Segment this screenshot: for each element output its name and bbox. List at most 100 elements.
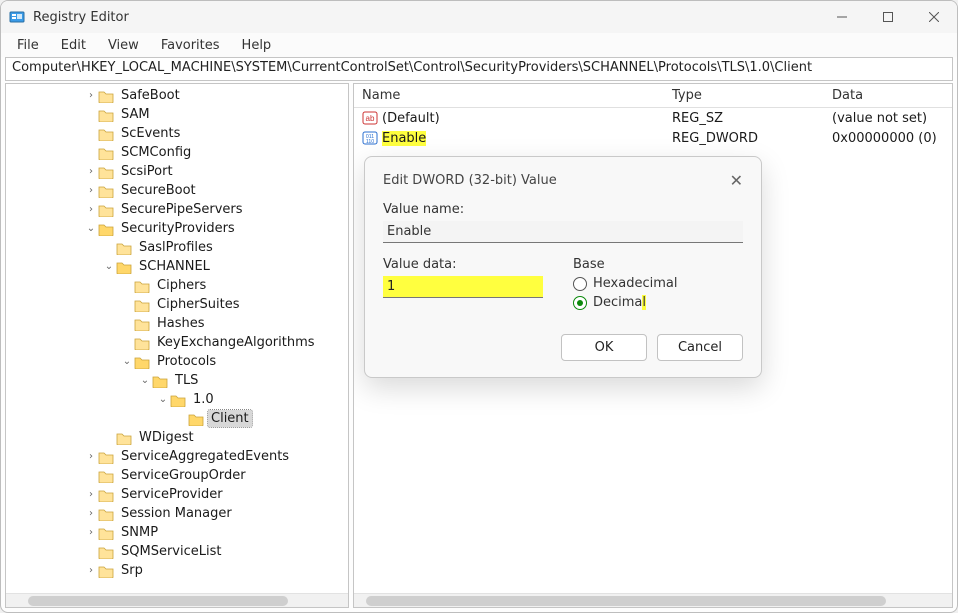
tree-item-serviceaggregatedevents[interactable]: › ServiceAggregatedEvents bbox=[6, 447, 348, 466]
tree-item-label: SecureBoot bbox=[118, 182, 199, 199]
tree-item-label: SNMP bbox=[118, 524, 161, 541]
chevron-right-icon[interactable]: › bbox=[84, 166, 98, 177]
value-data: (value not set) bbox=[824, 110, 952, 127]
chevron-down-icon[interactable]: ⌄ bbox=[156, 394, 170, 405]
menu-file[interactable]: File bbox=[7, 36, 49, 55]
value-name: Enable bbox=[382, 131, 426, 146]
chevron-right-icon[interactable]: › bbox=[84, 90, 98, 101]
tree-item-label: ServiceAggregatedEvents bbox=[118, 448, 292, 465]
tree-item-ciphers[interactable]: Ciphers bbox=[6, 276, 348, 295]
base-group-label: Base bbox=[573, 257, 743, 272]
tree-item-scsiport[interactable]: › ScsiPort bbox=[6, 162, 348, 181]
dialog-close-icon[interactable]: ✕ bbox=[730, 171, 743, 190]
tree-item-hashes[interactable]: Hashes bbox=[6, 314, 348, 333]
tree-horizontal-scrollbar[interactable] bbox=[6, 593, 348, 607]
menu-edit[interactable]: Edit bbox=[51, 36, 96, 55]
value-data-input[interactable] bbox=[383, 276, 543, 298]
maximize-button[interactable] bbox=[865, 1, 911, 33]
folder-icon bbox=[98, 450, 114, 464]
tree-item-keyexchangealgorithms[interactable]: KeyExchangeAlgorithms bbox=[6, 333, 348, 352]
tree-item-label: ServiceGroupOrder bbox=[118, 467, 249, 484]
tree-item-schannel[interactable]: ⌄ SCHANNEL bbox=[6, 257, 348, 276]
folder-icon bbox=[188, 412, 204, 426]
tree-item-label: 1.0 bbox=[190, 391, 217, 408]
folder-icon bbox=[134, 317, 150, 331]
menu-favorites[interactable]: Favorites bbox=[151, 36, 230, 55]
tree-item-secureboot[interactable]: › SecureBoot bbox=[6, 181, 348, 200]
tree-item-label: SCMConfig bbox=[118, 144, 194, 161]
values-horizontal-scrollbar[interactable] bbox=[354, 593, 952, 607]
tree-item-label: SCHANNEL bbox=[136, 258, 213, 275]
chevron-right-icon[interactable]: › bbox=[84, 204, 98, 215]
tree-item-safeboot[interactable]: ›SafeBoot bbox=[6, 86, 348, 105]
folder-icon bbox=[170, 393, 186, 407]
tree-item-servicegrouporder[interactable]: ServiceGroupOrder bbox=[6, 466, 348, 485]
tree-item-wdigest[interactable]: WDigest bbox=[6, 428, 348, 447]
value-type: REG_SZ bbox=[664, 110, 824, 127]
minimize-button[interactable] bbox=[819, 1, 865, 33]
chevron-right-icon[interactable]: › bbox=[84, 185, 98, 196]
column-header-type[interactable]: Type bbox=[664, 86, 824, 105]
tree-item-client[interactable]: Client bbox=[6, 409, 348, 428]
address-bar[interactable]: Computer\HKEY_LOCAL_MACHINE\SYSTEM\Curre… bbox=[5, 57, 953, 81]
folder-icon bbox=[98, 545, 114, 559]
value-data: 0x00000000 (0) bbox=[824, 130, 952, 147]
folder-icon bbox=[134, 298, 150, 312]
value-name-input[interactable] bbox=[383, 221, 743, 243]
svg-text:110: 110 bbox=[366, 139, 374, 145]
menu-help[interactable]: Help bbox=[232, 36, 282, 55]
tree-item-label: SQMServiceList bbox=[118, 543, 224, 560]
base-decimal-radio[interactable]: Decimal bbox=[573, 295, 743, 310]
tree-item-scmconfig[interactable]: SCMConfig bbox=[6, 143, 348, 162]
tree-item-scevents[interactable]: ScEvents bbox=[6, 124, 348, 143]
column-header-data[interactable]: Data bbox=[824, 86, 952, 105]
chevron-right-icon[interactable]: › bbox=[84, 489, 98, 500]
tree-item-sam[interactable]: SAM bbox=[6, 105, 348, 124]
chevron-right-icon[interactable]: › bbox=[84, 565, 98, 576]
tree-item-label: ScsiPort bbox=[118, 163, 176, 180]
chevron-down-icon[interactable]: ⌄ bbox=[138, 375, 152, 386]
tree-item-session-manager[interactable]: ›Session Manager bbox=[6, 504, 348, 523]
radio-icon bbox=[573, 296, 587, 310]
tree-item-securepipeservers[interactable]: › SecurePipeServers bbox=[6, 200, 348, 219]
tree-item-sqmservicelist[interactable]: SQMServiceList bbox=[6, 542, 348, 561]
registry-tree[interactable]: ›SafeBootSAMScEventsSCMConfig›ScsiPort›S… bbox=[6, 84, 348, 593]
chevron-right-icon[interactable]: › bbox=[84, 451, 98, 462]
tree-item-1-0[interactable]: ⌄ 1.0 bbox=[6, 390, 348, 409]
value-row[interactable]: 011110EnableREG_DWORD0x00000000 (0) bbox=[354, 128, 952, 148]
ok-button[interactable]: OK bbox=[561, 334, 647, 361]
chevron-down-icon[interactable]: ⌄ bbox=[84, 223, 98, 234]
cancel-button[interactable]: Cancel bbox=[657, 334, 743, 361]
column-header-name[interactable]: Name bbox=[354, 86, 664, 105]
tree-item-label: SecurePipeServers bbox=[118, 201, 246, 218]
tree-item-srp[interactable]: ›Srp bbox=[6, 561, 348, 580]
chevron-down-icon[interactable]: ⌄ bbox=[120, 356, 134, 367]
tree-item-ciphersuites[interactable]: CipherSuites bbox=[6, 295, 348, 314]
tree-item-label: ServiceProvider bbox=[118, 486, 226, 503]
chevron-right-icon[interactable]: › bbox=[84, 508, 98, 519]
folder-icon bbox=[98, 108, 114, 122]
window-controls bbox=[819, 1, 957, 33]
tree-item-label: CipherSuites bbox=[154, 296, 243, 313]
menu-view[interactable]: View bbox=[98, 36, 149, 55]
base-hexadecimal-radio[interactable]: Hexadecimal bbox=[573, 276, 743, 291]
tree-item-protocols[interactable]: ⌄Protocols bbox=[6, 352, 348, 371]
folder-icon bbox=[98, 89, 114, 103]
value-row[interactable]: ab(Default)REG_SZ(value not set) bbox=[354, 108, 952, 128]
tree-item-tls[interactable]: ⌄TLS bbox=[6, 371, 348, 390]
tree-item-snmp[interactable]: › SNMP bbox=[6, 523, 348, 542]
chevron-down-icon[interactable]: ⌄ bbox=[102, 261, 116, 272]
tree-item-label: WDigest bbox=[136, 429, 197, 446]
tree-item-serviceprovider[interactable]: › ServiceProvider bbox=[6, 485, 348, 504]
tree-item-label: SecurityProviders bbox=[118, 220, 238, 237]
titlebar: Registry Editor bbox=[1, 1, 957, 33]
tree-item-saslprofiles[interactable]: SaslProfiles bbox=[6, 238, 348, 257]
reg-sz-icon: ab bbox=[362, 110, 378, 126]
folder-icon bbox=[116, 241, 132, 255]
close-button[interactable] bbox=[911, 1, 957, 33]
folder-icon bbox=[98, 222, 114, 236]
chevron-right-icon[interactable]: › bbox=[84, 527, 98, 538]
folder-icon bbox=[98, 526, 114, 540]
tree-item-securityproviders[interactable]: ⌄ SecurityProviders bbox=[6, 219, 348, 238]
dialog-title: Edit DWORD (32-bit) Value bbox=[383, 173, 557, 188]
